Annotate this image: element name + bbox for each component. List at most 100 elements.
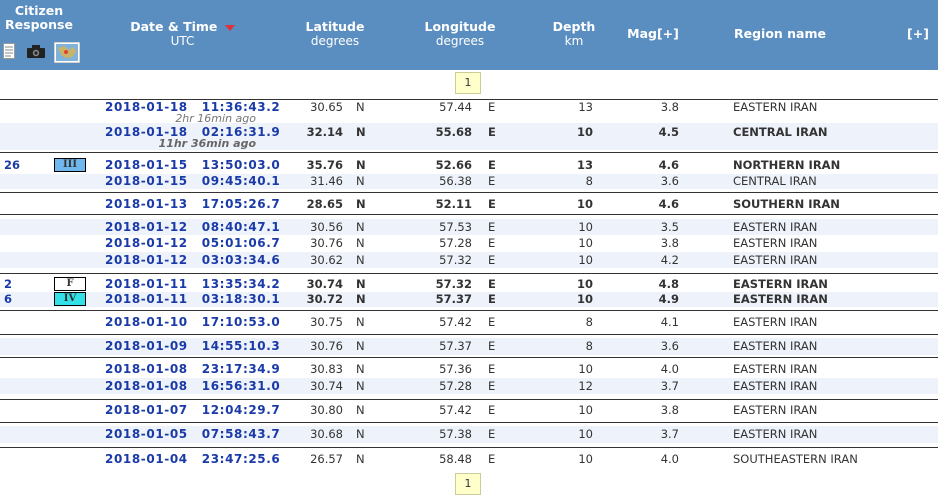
event-datetime-link[interactable]: 2018-01-08 23:17:34.9 [105,362,280,376]
region-name: CENTRAL IRAN [733,125,828,139]
longitude-hemisphere: E [488,236,496,250]
longitude-hemisphere: E [488,197,496,211]
depth-value: 10 [576,292,593,306]
longitude-value: 57.28 [439,379,472,393]
depth-value: 8 [585,339,593,353]
intensity-badge[interactable]: IV [54,292,86,306]
event-datetime-link[interactable]: 2018-01-10 17:10:53.0 [105,315,280,329]
magnitude-value: 4.6 [658,197,679,211]
row-separator [0,334,938,335]
region-name: CENTRAL IRAN [733,174,817,188]
depth-value: 10 [578,452,593,466]
region-name: EASTERN IRAN [733,403,818,417]
event-date: 2018-01-10 [105,315,188,329]
depth-value: 10 [578,253,593,267]
depth-header-unit: km [564,34,584,48]
intensity-badge[interactable]: F [54,277,86,291]
latitude-value: 30.80 [310,403,343,417]
sort-desc-icon[interactable] [224,24,235,31]
depth-value: 13 [576,158,593,172]
map-thumbnail-icon[interactable] [53,41,81,66]
event-date: 2018-01-12 [105,236,188,250]
longitude-value: 57.53 [439,220,472,234]
depth-value: 10 [576,125,593,139]
longitude-hemisphere: E [488,362,496,376]
latitude-header[interactable]: Latitude [300,20,370,34]
region-name: EASTERN IRAN [733,100,818,114]
event-time: 08:40:47.1 [201,220,281,234]
depth-value: 8 [585,315,593,329]
event-datetime-link[interactable]: 2018-01-05 07:58:43.7 [105,427,280,441]
event-datetime-link[interactable]: 2018-01-13 17:05:26.7 [105,197,280,211]
depth-value: 10 [578,403,593,417]
latitude-hemisphere: N [356,362,365,376]
event-datetime-link[interactable]: 2018-01-07 12:04:29.7 [105,403,280,417]
event-time: 16:56:31.0 [201,379,281,393]
event-datetime-link[interactable]: 2018-01-12 03:03:34.6 [105,253,280,267]
citizen-response-header: Citizen Response [5,3,73,32]
latitude-header-unit: degrees [310,34,360,48]
top-pager: 1 [0,70,938,100]
event-datetime-link[interactable]: 2018-01-12 05:01:06.7 [105,236,280,250]
event-time: 09:45:40.1 [201,174,281,188]
magnitude-value: 3.8 [660,100,679,114]
event-time: 17:05:26.7 [201,197,281,211]
event-datetime-link[interactable]: 2018-01-04 23:47:25.6 [105,452,280,466]
magnitude-value: 4.2 [660,253,679,267]
document-icon[interactable] [3,43,15,62]
longitude-hemisphere: E [488,220,496,234]
event-datetime-link[interactable]: 2018-01-11 03:18:30.1 [105,292,280,306]
event-datetime-link[interactable]: 2018-01-15 13:50:03.0 [105,158,280,172]
magnitude-value: 3.7 [660,427,679,441]
event-time: 12:04:29.7 [201,403,281,417]
page-1-button[interactable]: 1 [455,473,481,495]
event-datetime-link[interactable]: 2018-01-08 16:56:31.0 [105,379,280,393]
event-date: 2018-01-04 [105,452,188,466]
event-datetime-link[interactable]: 2018-01-11 13:35:34.2 [105,277,280,291]
event-datetime-link[interactable]: 2018-01-12 08:40:47.1 [105,220,280,234]
intensity-badge[interactable]: III [54,158,86,172]
longitude-header[interactable]: Longitude [420,20,500,34]
event-datetime-link[interactable]: 2018-01-15 09:45:40.1 [105,174,280,188]
row-separator [0,273,938,274]
event-date: 2018-01-15 [105,158,188,172]
event-datetime-link[interactable]: 2018-01-09 14:55:10.3 [105,339,280,353]
depth-header[interactable]: Depth [546,20,602,34]
citizen-response-count[interactable]: 2 [4,277,24,291]
citizen-response-count[interactable]: 6 [4,292,24,306]
event-date: 2018-01-05 [105,427,188,441]
event-date: 2018-01-15 [105,174,188,188]
region-name: NORTHERN IRAN [733,158,841,172]
magnitude-value: 3.7 [660,379,679,393]
expand-columns-button[interactable]: [+] [900,27,936,41]
datetime-header[interactable]: Date & Time [125,20,240,34]
event-time: 13:35:34.2 [201,277,281,291]
magnitude-value: 4.6 [658,158,679,172]
longitude-value: 57.42 [439,403,472,417]
row-separator [0,152,938,153]
longitude-value: 57.38 [439,427,472,441]
region-name: EASTERN IRAN [733,315,818,329]
datetime-header-unit: UTC [170,34,195,48]
latitude-hemisphere: N [356,339,365,353]
datetime-header-label: Date & Time [130,19,218,34]
time-ago: 11hr 36min ago [158,137,256,150]
row-separator [0,214,938,215]
latitude-hemisphere: N [356,427,365,441]
latitude-hemisphere: N [356,220,365,234]
event-date: 2018-01-12 [105,253,188,267]
longitude-hemisphere: E [488,253,496,267]
citizen-response-count[interactable]: 26 [4,158,24,172]
longitude-hemisphere: E [488,315,496,329]
latitude-hemisphere: N [356,174,365,188]
latitude-value: 30.74 [310,379,343,393]
page-1-button[interactable]: 1 [455,72,481,94]
event-date: 2018-01-13 [105,197,188,211]
region-header[interactable]: Region name [730,27,830,41]
magnitude-header[interactable]: Mag[+] [620,27,686,41]
longitude-value: 57.28 [439,236,472,250]
latitude-value: 30.83 [310,362,343,376]
magnitude-value: 4.0 [660,452,679,466]
longitude-value: 56.38 [439,174,472,188]
camera-icon[interactable] [27,45,45,61]
